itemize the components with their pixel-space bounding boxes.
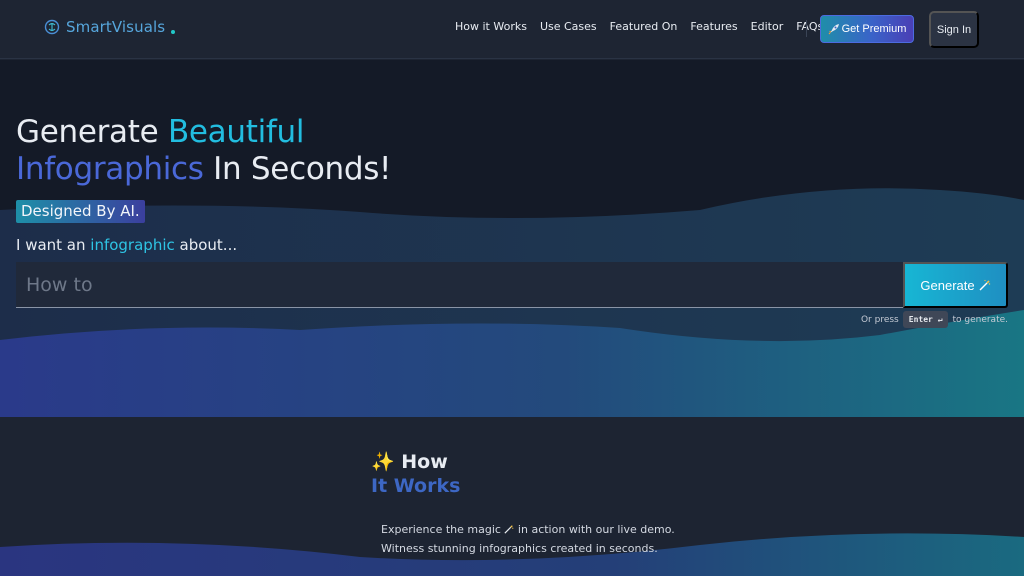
- nav-links: How it Works Use Cases Featured On Featu…: [455, 20, 823, 33]
- brand-dot-icon: [171, 29, 176, 34]
- enter-hint: Or press Enter ↵ to generate.: [861, 311, 1008, 328]
- designed-by-ai-badge: Designed By AI.: [16, 200, 145, 223]
- hero-title-highlight-infographics: Infographics: [16, 151, 204, 187]
- infographic-topic-input[interactable]: [16, 262, 903, 308]
- nav-divider: [806, 20, 807, 37]
- rocket-icon: [828, 24, 839, 35]
- brand-link[interactable]: SmartVisuals: [44, 18, 176, 36]
- prompt-suffix: about...: [174, 236, 238, 254]
- hint-suffix: to generate.: [952, 314, 1008, 325]
- hero-title-part2: In Seconds!: [203, 151, 392, 187]
- how-it-works-section: ✨ How It Works Experience the magic in a…: [0, 417, 1024, 576]
- hero-section: Generate Beautiful Infographics In Secon…: [0, 60, 1024, 417]
- sign-in-button[interactable]: Sign In: [929, 11, 979, 48]
- generate-label: Generate: [920, 277, 975, 293]
- how-desc-line1-suffix: in action with our live demo.: [514, 523, 675, 536]
- nav-link-how-it-works[interactable]: How it Works: [455, 20, 527, 33]
- prompt-prefix: I want an: [16, 236, 91, 254]
- nav-link-editor[interactable]: Editor: [751, 20, 784, 33]
- hero-title: Generate Beautiful Infographics In Secon…: [16, 114, 391, 188]
- hint-prefix: Or press: [860, 314, 899, 325]
- hero-title-part1: Generate: [16, 114, 168, 150]
- how-it-works-title: ✨ How It Works: [371, 450, 460, 498]
- generate-button[interactable]: Generate: [903, 262, 1008, 308]
- nav-link-features[interactable]: Features: [690, 20, 737, 33]
- magic-wand-icon: [504, 525, 514, 534]
- how-it-works-description: Experience the magic in action with our …: [381, 520, 675, 558]
- enter-key-badge: Enter ↵: [902, 311, 949, 328]
- nav-link-use-cases[interactable]: Use Cases: [540, 20, 597, 33]
- how-desc-line1-prefix: Experience the magic: [381, 523, 505, 536]
- top-navbar: SmartVisuals How it Works Use Cases Feat…: [0, 0, 1024, 59]
- hero-title-highlight-beautiful: Beautiful: [167, 114, 305, 150]
- brain-logo-icon: [44, 19, 60, 35]
- get-premium-label: Get Premium: [841, 23, 907, 35]
- prompt-highlight: infographic: [90, 236, 175, 254]
- brand-name: SmartVisuals: [66, 18, 166, 36]
- how-desc-line2: Witness stunning infographics created in…: [381, 542, 658, 555]
- how-title-line1: ✨ How: [371, 451, 448, 473]
- how-title-line2: It Works: [371, 475, 461, 497]
- magic-wand-icon: [979, 279, 990, 291]
- prompt-label: I want an infographic about...: [16, 236, 237, 254]
- get-premium-button[interactable]: Get Premium: [820, 15, 914, 43]
- nav-link-featured-on[interactable]: Featured On: [610, 20, 678, 33]
